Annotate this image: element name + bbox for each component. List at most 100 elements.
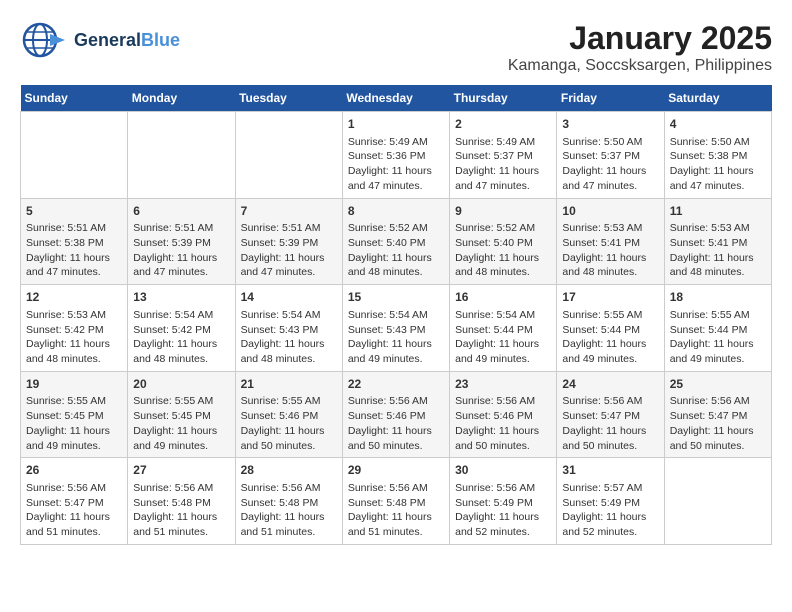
table-cell: 24Sunrise: 5:56 AMSunset: 5:47 PMDayligh… [557, 371, 664, 458]
week-row-1: 1 Sunrise: 5:49 AMSunset: 5:36 PMDaylight… [21, 112, 772, 199]
table-cell: 21Sunrise: 5:55 AMSunset: 5:46 PMDayligh… [235, 371, 342, 458]
table-cell: 16 Sunrise: 5:54 AMSunset: 5:44 PMDayligh… [450, 285, 557, 372]
day-info: Sunrise: 5:54 AMSunset: 5:43 PMDaylight:… [348, 308, 444, 367]
table-cell: 29Sunrise: 5:56 AMSunset: 5:48 PMDayligh… [342, 458, 449, 545]
day-number: 15 [348, 289, 444, 306]
table-cell: 5Sunrise: 5:51 AMSunset: 5:38 PMDaylight… [21, 198, 128, 285]
table-cell: 17 Sunrise: 5:55 AMSunset: 5:44 PMDayligh… [557, 285, 664, 372]
table-cell [235, 112, 342, 199]
day-number: 23 [455, 376, 551, 393]
day-number: 28 [241, 462, 337, 479]
day-info: Sunrise: 5:53 AMSunset: 5:42 PMDaylight:… [26, 308, 122, 367]
week-row-4: 19Sunrise: 5:55 AMSunset: 5:45 PMDayligh… [21, 371, 772, 458]
day-info: Sunrise: 5:50 AMSunset: 5:38 PMDaylight:… [670, 135, 766, 194]
day-info: Sunrise: 5:54 AMSunset: 5:43 PMDaylight:… [241, 308, 337, 367]
day-number: 2 [455, 116, 551, 133]
table-cell [664, 458, 771, 545]
day-info: Sunrise: 5:56 AMSunset: 5:48 PMDaylight:… [133, 481, 229, 540]
day-number: 13 [133, 289, 229, 306]
day-info: Sunrise: 5:51 AMSunset: 5:38 PMDaylight:… [26, 221, 122, 280]
day-number: 6 [133, 203, 229, 220]
day-number: 3 [562, 116, 658, 133]
table-cell: 14 Sunrise: 5:54 AMSunset: 5:43 PMDayligh… [235, 285, 342, 372]
title-block: January 2025 Kamanga, Soccsksargen, Phil… [508, 20, 772, 75]
day-number: 21 [241, 376, 337, 393]
day-info: Sunrise: 5:56 AMSunset: 5:49 PMDaylight:… [455, 481, 551, 540]
day-info: Sunrise: 5:56 AMSunset: 5:48 PMDaylight:… [241, 481, 337, 540]
calendar-subtitle: Kamanga, Soccsksargen, Philippines [508, 57, 772, 75]
day-number: 27 [133, 462, 229, 479]
day-info: Sunrise: 5:49 AMSunset: 5:37 PMDaylight:… [455, 135, 551, 194]
day-info: Sunrise: 5:54 AMSunset: 5:44 PMDaylight:… [455, 308, 551, 367]
day-info: Sunrise: 5:51 AMSunset: 5:39 PMDaylight:… [241, 221, 337, 280]
day-info: Sunrise: 5:53 AMSunset: 5:41 PMDaylight:… [562, 221, 658, 280]
week-row-3: 12 Sunrise: 5:53 AMSunset: 5:42 PMDayligh… [21, 285, 772, 372]
table-cell: 26Sunrise: 5:56 AMSunset: 5:47 PMDayligh… [21, 458, 128, 545]
day-number: 4 [670, 116, 766, 133]
day-info: Sunrise: 5:56 AMSunset: 5:48 PMDaylight:… [348, 481, 444, 540]
day-number: 17 [562, 289, 658, 306]
day-info: Sunrise: 5:56 AMSunset: 5:47 PMDaylight:… [26, 481, 122, 540]
header-sunday: Sunday [21, 85, 128, 112]
table-cell: 6Sunrise: 5:51 AMSunset: 5:39 PMDaylight… [128, 198, 235, 285]
header-row: SundayMondayTuesdayWednesdayThursdayFrid… [21, 85, 772, 112]
day-number: 11 [670, 203, 766, 220]
table-cell: 2 Sunrise: 5:49 AMSunset: 5:37 PMDaylight… [450, 112, 557, 199]
logo-icon [20, 20, 68, 60]
header-friday: Friday [557, 85, 664, 112]
day-number: 22 [348, 376, 444, 393]
day-info: Sunrise: 5:56 AMSunset: 5:47 PMDaylight:… [562, 394, 658, 453]
table-cell: 15 Sunrise: 5:54 AMSunset: 5:43 PMDayligh… [342, 285, 449, 372]
logo: GeneralBlue [20, 20, 180, 60]
table-cell: 25Sunrise: 5:56 AMSunset: 5:47 PMDayligh… [664, 371, 771, 458]
day-info: Sunrise: 5:54 AMSunset: 5:42 PMDaylight:… [133, 308, 229, 367]
day-info: Sunrise: 5:56 AMSunset: 5:46 PMDaylight:… [455, 394, 551, 453]
day-number: 1 [348, 116, 444, 133]
table-cell: 3 Sunrise: 5:50 AMSunset: 5:37 PMDaylight… [557, 112, 664, 199]
day-number: 7 [241, 203, 337, 220]
day-info: Sunrise: 5:57 AMSunset: 5:49 PMDaylight:… [562, 481, 658, 540]
table-cell: 20Sunrise: 5:55 AMSunset: 5:45 PMDayligh… [128, 371, 235, 458]
day-number: 16 [455, 289, 551, 306]
day-number: 8 [348, 203, 444, 220]
day-info: Sunrise: 5:50 AMSunset: 5:37 PMDaylight:… [562, 135, 658, 194]
day-info: Sunrise: 5:51 AMSunset: 5:39 PMDaylight:… [133, 221, 229, 280]
table-cell [128, 112, 235, 199]
day-info: Sunrise: 5:55 AMSunset: 5:44 PMDaylight:… [562, 308, 658, 367]
day-info: Sunrise: 5:55 AMSunset: 5:45 PMDaylight:… [26, 394, 122, 453]
table-cell: 1 Sunrise: 5:49 AMSunset: 5:36 PMDaylight… [342, 112, 449, 199]
day-number: 5 [26, 203, 122, 220]
table-cell [21, 112, 128, 199]
table-cell: 13 Sunrise: 5:54 AMSunset: 5:42 PMDayligh… [128, 285, 235, 372]
day-info: Sunrise: 5:55 AMSunset: 5:45 PMDaylight:… [133, 394, 229, 453]
day-info: Sunrise: 5:52 AMSunset: 5:40 PMDaylight:… [348, 221, 444, 280]
day-number: 9 [455, 203, 551, 220]
day-number: 12 [26, 289, 122, 306]
day-number: 18 [670, 289, 766, 306]
day-number: 31 [562, 462, 658, 479]
day-number: 19 [26, 376, 122, 393]
table-cell: 10Sunrise: 5:53 AMSunset: 5:41 PMDayligh… [557, 198, 664, 285]
table-cell: 8Sunrise: 5:52 AMSunset: 5:40 PMDaylight… [342, 198, 449, 285]
day-number: 10 [562, 203, 658, 220]
header-monday: Monday [128, 85, 235, 112]
day-number: 14 [241, 289, 337, 306]
table-cell: 30 Sunrise: 5:56 AMSunset: 5:49 PMDayligh… [450, 458, 557, 545]
table-cell: 18Sunrise: 5:55 AMSunset: 5:44 PMDayligh… [664, 285, 771, 372]
week-row-5: 26Sunrise: 5:56 AMSunset: 5:47 PMDayligh… [21, 458, 772, 545]
table-cell: 28 Sunrise: 5:56 AMSunset: 5:48 PMDayligh… [235, 458, 342, 545]
day-info: Sunrise: 5:56 AMSunset: 5:46 PMDaylight:… [348, 394, 444, 453]
table-cell: 7Sunrise: 5:51 AMSunset: 5:39 PMDaylight… [235, 198, 342, 285]
day-number: 30 [455, 462, 551, 479]
week-row-2: 5Sunrise: 5:51 AMSunset: 5:38 PMDaylight… [21, 198, 772, 285]
table-cell: 19Sunrise: 5:55 AMSunset: 5:45 PMDayligh… [21, 371, 128, 458]
day-info: Sunrise: 5:56 AMSunset: 5:47 PMDaylight:… [670, 394, 766, 453]
page-header: GeneralBlue January 2025 Kamanga, Soccsk… [20, 20, 772, 75]
table-cell: 11Sunrise: 5:53 AMSunset: 5:41 PMDayligh… [664, 198, 771, 285]
day-number: 20 [133, 376, 229, 393]
day-info: Sunrise: 5:49 AMSunset: 5:36 PMDaylight:… [348, 135, 444, 194]
table-cell: 23Sunrise: 5:56 AMSunset: 5:46 PMDayligh… [450, 371, 557, 458]
header-tuesday: Tuesday [235, 85, 342, 112]
table-cell: 4 Sunrise: 5:50 AMSunset: 5:38 PMDaylight… [664, 112, 771, 199]
header-saturday: Saturday [664, 85, 771, 112]
